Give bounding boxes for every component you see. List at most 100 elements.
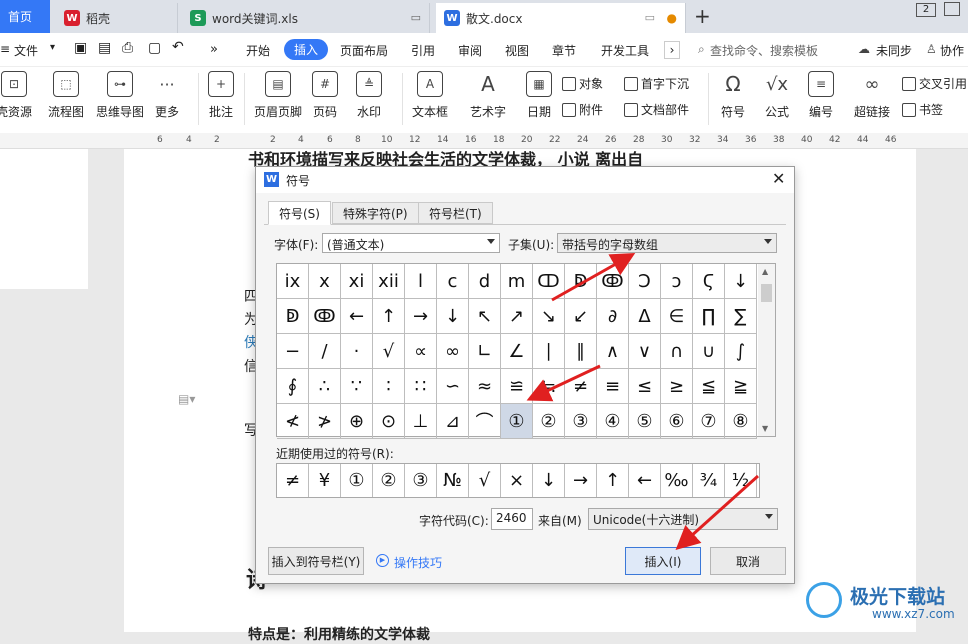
symbol-cell[interactable]: / <box>309 334 341 369</box>
symbol-cell[interactable]: ⑤ <box>629 404 661 439</box>
cancel-button[interactable]: 取消 <box>710 547 786 575</box>
symbol-cell[interactable]: ≯ <box>309 404 341 439</box>
tab-symbol-bar[interactable]: 符号栏(T) <box>418 202 493 224</box>
menu-layout[interactable]: 页面布局 <box>340 42 388 59</box>
tab-xls[interactable]: S word关键词.xls ▭ <box>182 3 430 33</box>
new-tab-button[interactable]: + <box>694 4 711 28</box>
recent-symbols[interactable]: ≠ ¥ ① ② ③ № √ × ↓ → ↑ ← ‰ ¾ ½ <box>276 463 760 498</box>
symbol-cell[interactable]: m <box>501 264 533 299</box>
symbol-cell[interactable]: ∥ <box>565 334 597 369</box>
symbol-cell[interactable]: l <box>405 264 437 299</box>
symbol-cell[interactable]: ∧ <box>597 334 629 369</box>
symbol-cell[interactable]: ∈ <box>661 299 693 334</box>
menu-chapter[interactable]: 章节 <box>552 42 576 59</box>
symbol-cell[interactable]: ↗ <box>501 299 533 334</box>
symbol-cell[interactable]: √ <box>373 334 405 369</box>
scroll-down-icon[interactable]: ▼ <box>762 424 768 433</box>
symbol-cell[interactable]: ⊥ <box>405 404 437 439</box>
tab-home[interactable]: 首页 <box>0 0 50 33</box>
symbol-cell[interactable]: ↁ <box>277 299 309 334</box>
symbol-cell[interactable]: c <box>437 264 469 299</box>
insert-to-bar-button[interactable]: 插入到符号栏(Y) <box>268 547 364 575</box>
symbol-cell[interactable]: ≥ <box>661 369 693 404</box>
recent-symbol-cell[interactable]: ③ <box>405 464 437 497</box>
symbol-cell[interactable]: ⑦ <box>693 404 725 439</box>
doc-parts-button[interactable]: 文档部件 <box>624 101 689 118</box>
symbol-cell[interactable]: ≤ <box>629 369 661 404</box>
symbol-cell[interactable]: Δ <box>629 299 661 334</box>
save-icon[interactable]: ▣ <box>74 40 87 56</box>
recent-symbol-cell[interactable]: ‰ <box>661 464 693 497</box>
symbol-button[interactable]: Ω 符号 <box>720 71 746 120</box>
symbol-cell[interactable]: ↂ <box>597 264 629 299</box>
undo-icon[interactable]: ↶ <box>172 39 184 55</box>
symbol-cell[interactable]: ⊕ <box>341 404 373 439</box>
symbol-cell[interactable]: ↄ <box>661 264 693 299</box>
symbol-cell[interactable]: ix <box>277 264 309 299</box>
encoding-select[interactable]: Unicode(十六进制) <box>588 508 778 530</box>
mindmap-button[interactable]: ⊶ 思维导图 <box>96 71 144 120</box>
symbol-cell[interactable]: ⊙ <box>373 404 405 439</box>
recent-symbol-cell[interactable]: ≠ <box>277 464 309 497</box>
menu-insert[interactable]: 插入 <box>284 39 329 60</box>
recent-symbol-cell[interactable]: ② <box>373 464 405 497</box>
symbol-cell[interactable]: xi <box>341 264 373 299</box>
window-badge[interactable]: 2 <box>916 3 936 17</box>
page-icon[interactable]: ▤▾ <box>178 392 195 406</box>
close-tab-icon[interactable]: ● <box>667 11 677 25</box>
hyperlink-button[interactable]: ∞ 超链接 <box>854 71 890 120</box>
recent-symbol-cell[interactable]: ↓ <box>533 464 565 497</box>
symbol-cell[interactable]: ← <box>341 299 373 334</box>
symbol-cell[interactable]: ∂ <box>597 299 629 334</box>
symbol-cell[interactable]: ↑ <box>373 299 405 334</box>
symbol-cell[interactable]: ② <box>533 404 565 439</box>
symbol-cell[interactable]: ⊿ <box>437 404 469 439</box>
symbol-cell[interactable]: ④ <box>597 404 629 439</box>
insert-button[interactable]: 插入(I) <box>625 547 701 575</box>
symbol-cell[interactable]: ∩ <box>661 334 693 369</box>
page-number-button[interactable]: # 页码 <box>312 71 338 120</box>
tab-daoke[interactable]: W 稻壳 <box>56 3 178 33</box>
flowchart-button[interactable]: ⬚ 流程图 <box>48 71 84 120</box>
symbol-cell[interactable]: ∴ <box>309 369 341 404</box>
scroll-thumb[interactable] <box>761 284 772 302</box>
symbol-cell[interactable]: ① <box>501 404 533 439</box>
recent-symbol-cell[interactable]: √ <box>469 464 501 497</box>
symbol-cell[interactable]: xii <box>373 264 405 299</box>
symbol-cell[interactable]: ∮ <box>277 369 309 404</box>
subset-select[interactable]: 带括号的字母数组 <box>557 233 777 253</box>
recent-symbol-cell[interactable]: ① <box>341 464 373 497</box>
recent-symbol-cell[interactable]: ↑ <box>597 464 629 497</box>
object-button[interactable]: 对象 <box>562 75 603 92</box>
symbol-cell[interactable]: ↀ <box>533 264 565 299</box>
recent-symbol-cell[interactable]: ½ <box>725 464 757 497</box>
char-code-input[interactable]: 2460 <box>491 508 533 530</box>
menu-review[interactable]: 审阅 <box>458 42 482 59</box>
symbol-cell[interactable]: ∽ <box>437 369 469 404</box>
scroll-up-icon[interactable]: ▲ <box>762 267 768 276</box>
tips-link[interactable]: 操作技巧 <box>394 554 442 571</box>
grid-scrollbar[interactable]: ▲ ▼ <box>758 263 776 437</box>
symbol-cell[interactable]: ≡ <box>597 369 629 404</box>
export-icon[interactable]: ▤ <box>98 40 111 56</box>
symbol-cell[interactable]: ↓ <box>437 299 469 334</box>
menu-start[interactable]: 开始 <box>246 42 270 59</box>
recent-symbol-cell[interactable]: ¾ <box>693 464 725 497</box>
font-select[interactable]: (普通文本) <box>322 233 500 253</box>
symbol-cell[interactable]: ∟ <box>469 334 501 369</box>
wordart-button[interactable]: A 艺术字 <box>470 71 506 120</box>
print-icon[interactable]: ⎙ <box>122 40 133 56</box>
sync-status[interactable]: 未同步 <box>876 42 912 59</box>
symbol-cell[interactable]: Ↄ <box>629 264 661 299</box>
watermark-button[interactable]: ≜ 水印 <box>356 71 382 120</box>
numbering-button[interactable]: ≡ 编号 <box>808 71 834 120</box>
more-icon[interactable]: » <box>210 42 218 57</box>
symbol-cell[interactable]: ∪ <box>693 334 725 369</box>
recent-symbol-cell[interactable]: ¥ <box>309 464 341 497</box>
window-layout-icon[interactable] <box>944 2 960 16</box>
attachment-button[interactable]: 附件 <box>562 101 603 118</box>
symbol-cell[interactable]: ∞ <box>437 334 469 369</box>
symbol-cell[interactable]: ⑥ <box>661 404 693 439</box>
navigation-pane[interactable] <box>0 149 88 289</box>
symbol-cell[interactable]: ≌ <box>501 369 533 404</box>
